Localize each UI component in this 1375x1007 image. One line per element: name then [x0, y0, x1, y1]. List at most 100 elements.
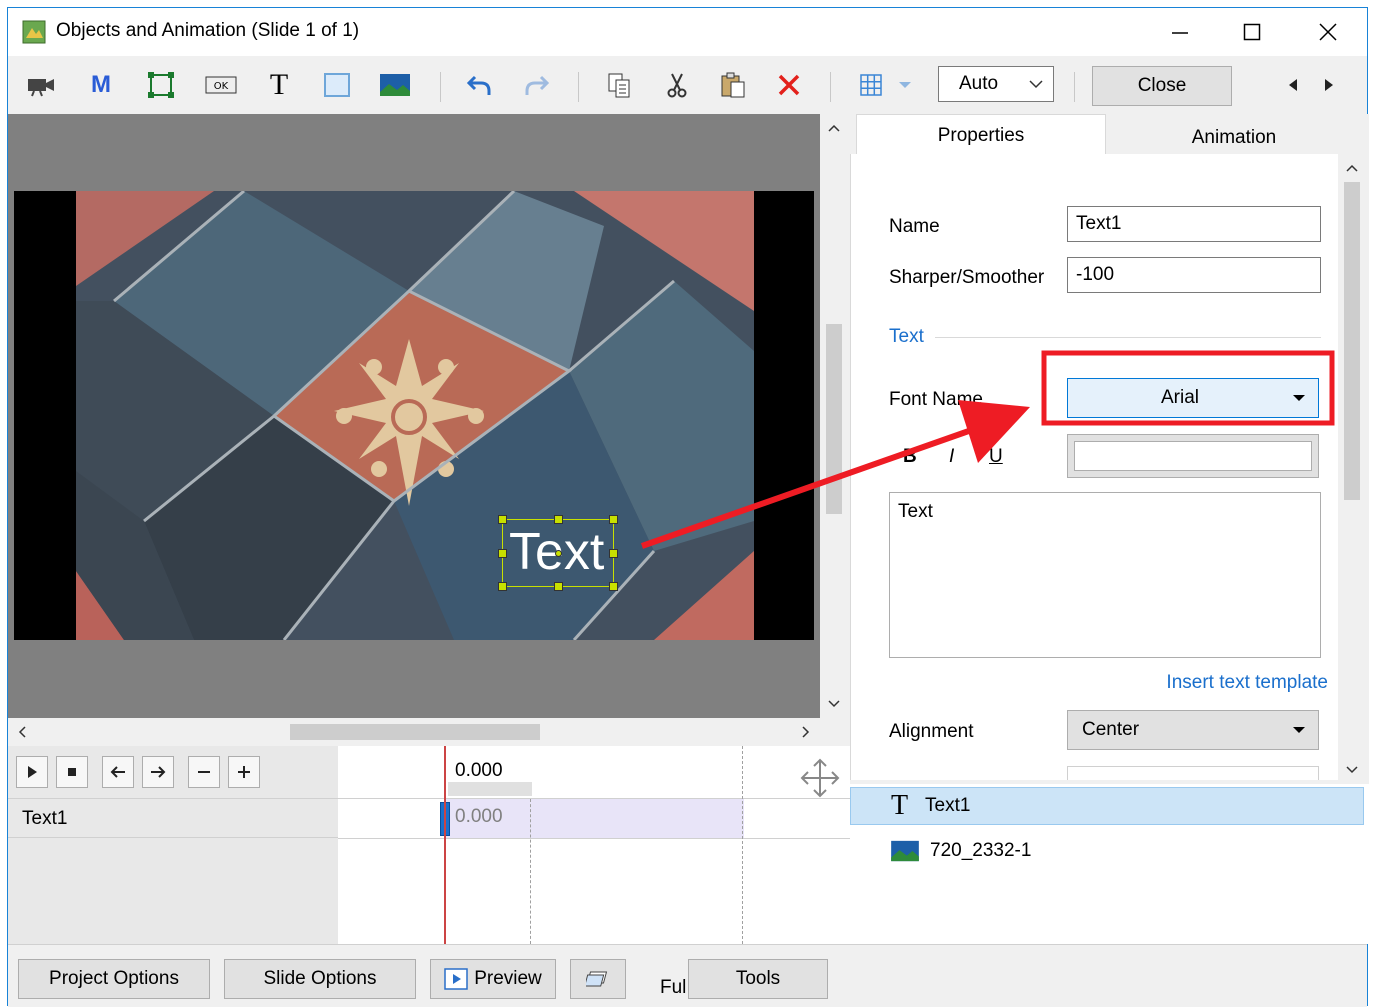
play-button[interactable]: [16, 756, 48, 788]
center-point: [555, 550, 562, 557]
image-object-button[interactable]: [378, 68, 412, 102]
sharper-smoother-label: Sharper/Smoother: [889, 267, 1045, 288]
full-label: Ful: [660, 977, 687, 998]
canvas-vertical-scrollbar[interactable]: [820, 114, 848, 718]
delete-x-icon: [778, 74, 800, 96]
insert-text-template-link[interactable]: Insert text template: [1166, 672, 1328, 694]
resize-handle[interactable]: [498, 515, 507, 524]
ruler-marker: [448, 782, 532, 796]
paste-button[interactable]: [716, 68, 750, 102]
timeline-row-label[interactable]: Text1: [8, 798, 338, 838]
alignment-select[interactable]: Center: [1067, 710, 1319, 750]
mask-button[interactable]: M: [84, 68, 118, 102]
maximize-button[interactable]: [1216, 8, 1288, 56]
rectangle-button[interactable]: [320, 68, 354, 102]
delete-button[interactable]: [772, 68, 806, 102]
list-item-label: Text1: [925, 795, 971, 816]
underline-toggle[interactable]: U: [989, 446, 1003, 468]
stop-button[interactable]: [56, 756, 88, 788]
tools-button[interactable]: Tools: [688, 959, 828, 999]
name-input[interactable]: Text1: [1067, 206, 1321, 242]
move-icon[interactable]: [798, 756, 842, 800]
dropdown-arrow-icon: [1293, 395, 1305, 401]
timeline: Text1 0.000 0.000: [8, 746, 850, 944]
playhead[interactable]: [444, 746, 446, 944]
scroll-thumb[interactable]: [1344, 182, 1360, 500]
timeline-controls: Text1: [8, 746, 338, 944]
font-name-select[interactable]: Arial: [1067, 378, 1319, 418]
undo-icon: [466, 75, 491, 95]
copy-icon: [608, 73, 630, 98]
toolbar: M OK T Auto Close: [8, 56, 1367, 114]
cut-button[interactable]: [660, 68, 694, 102]
slides-stack-icon: [586, 971, 608, 987]
undo-button[interactable]: [462, 68, 496, 102]
resize-handle[interactable]: [554, 582, 563, 591]
minimize-button[interactable]: [1144, 8, 1216, 56]
scissors-icon: [667, 73, 687, 98]
frame-button[interactable]: [144, 68, 178, 102]
tab-animation[interactable]: Animation: [1108, 118, 1360, 158]
triangle-left-icon: [1289, 79, 1297, 91]
text-content-area[interactable]: Text: [889, 492, 1321, 658]
preview-button[interactable]: Preview: [430, 959, 556, 999]
step-forward-button[interactable]: [142, 756, 174, 788]
resize-handle[interactable]: [498, 549, 507, 558]
text-object-button[interactable]: T: [262, 68, 296, 102]
resize-handle[interactable]: [498, 582, 507, 591]
close-icon: [1319, 23, 1337, 41]
properties-scrollbar[interactable]: [1338, 154, 1366, 784]
scroll-thumb[interactable]: [826, 324, 842, 514]
keyframe-time: 0.000: [455, 806, 503, 827]
zoom-out-button[interactable]: [188, 756, 220, 788]
previous-slide-button[interactable]: [1280, 68, 1306, 102]
step-back-button[interactable]: [102, 756, 134, 788]
list-item[interactable]: 720_2332-1: [850, 832, 1364, 870]
scroll-right-icon: [802, 726, 810, 738]
alignment-label: Alignment: [889, 721, 974, 742]
resize-handle[interactable]: [609, 582, 618, 591]
zoom-in-button[interactable]: [228, 756, 260, 788]
section-divider: [935, 337, 1321, 338]
slide-canvas[interactable]: Text: [8, 114, 820, 718]
sharper-smoother-input[interactable]: -100: [1067, 257, 1321, 293]
ok-button-icon: OK: [205, 76, 237, 94]
bold-toggle[interactable]: B: [903, 446, 917, 468]
scroll-down-icon: [1346, 766, 1358, 774]
grid-button[interactable]: [854, 68, 888, 102]
list-item[interactable]: T Text1: [850, 787, 1364, 825]
grid-dropdown-button[interactable]: [894, 68, 916, 102]
slide-options-button[interactable]: Slide Options: [224, 959, 416, 999]
copy-button[interactable]: [602, 68, 636, 102]
close-window-button[interactable]: [1292, 8, 1364, 56]
resize-handle[interactable]: [609, 549, 618, 558]
properties-content: Name Text1 Sharper/Smoother -100 Text Fo…: [850, 154, 1338, 780]
redo-icon: [525, 75, 550, 95]
project-options-button[interactable]: Project Options: [18, 959, 210, 999]
image-icon: [891, 840, 919, 862]
scroll-up-icon: [828, 124, 840, 132]
next-slide-button[interactable]: [1316, 68, 1342, 102]
name-label: Name: [889, 216, 940, 237]
scroll-thumb[interactable]: [290, 724, 540, 740]
font-color-button[interactable]: [1067, 434, 1319, 478]
canvas-horizontal-scrollbar[interactable]: [8, 718, 820, 746]
svg-text:OK: OK: [214, 81, 229, 92]
bottom-bar: Project Options Slide Options Preview Fu…: [8, 944, 1367, 1007]
font-name-value: Arial: [1160, 387, 1199, 408]
button-object-button[interactable]: OK: [204, 68, 238, 102]
tab-properties[interactable]: Properties: [856, 114, 1106, 156]
text-object[interactable]: Text: [498, 515, 618, 591]
play-icon: [28, 766, 37, 778]
resize-handle[interactable]: [609, 515, 618, 524]
close-button[interactable]: Close: [1092, 66, 1232, 106]
resize-handle[interactable]: [554, 515, 563, 524]
timeline-track-area[interactable]: 0.000 0.000: [338, 746, 850, 944]
zoom-select[interactable]: Auto: [938, 66, 1054, 102]
full-screen-toggle-button[interactable]: [570, 959, 626, 999]
camera-button[interactable]: [24, 68, 58, 102]
redo-button[interactable]: [520, 68, 554, 102]
frame-icon: [148, 72, 174, 98]
italic-toggle[interactable]: I: [949, 446, 954, 468]
mask-m-icon: M: [91, 71, 111, 98]
